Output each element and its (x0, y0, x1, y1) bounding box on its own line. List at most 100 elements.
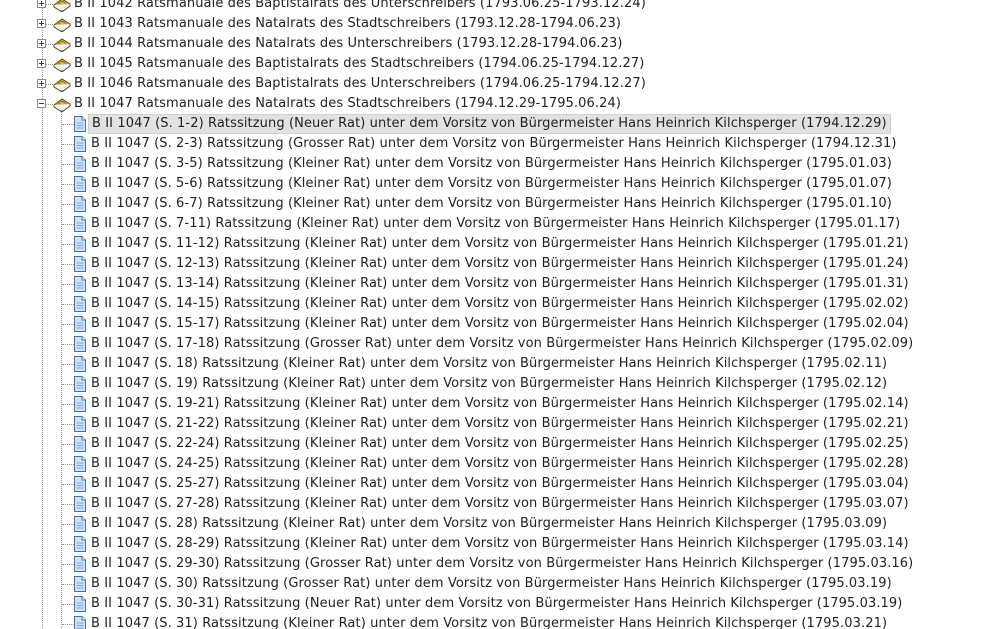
series-row[interactable]: B II 1043 Ratsmanuale des Natalrats des … (0, 14, 998, 34)
entry-label[interactable]: B II 1047 (S. 28-29) Ratssitzung (Kleine… (88, 534, 912, 554)
list-item[interactable]: B II 1047 (S. 14-15) Ratssitzung (Kleine… (0, 294, 998, 314)
minus-toggle-icon[interactable] (37, 99, 46, 108)
document-icon (73, 116, 87, 136)
list-item[interactable]: B II 1047 (S. 11-12) Ratssitzung (Kleine… (0, 234, 998, 254)
document-icon (73, 256, 87, 276)
document-icon (73, 556, 87, 576)
list-item[interactable]: B II 1047 (S. 25-27) Ratssitzung (Kleine… (0, 474, 998, 494)
document-icon (73, 176, 87, 196)
entry-label[interactable]: B II 1047 (S. 30) Ratssitzung (Grosser R… (88, 574, 895, 594)
list-item[interactable]: B II 1047 (S. 17-18) Ratssitzung (Grosse… (0, 334, 998, 354)
entry-label[interactable]: B II 1047 (S. 30-31) Ratssitzung (Neuer … (88, 594, 905, 614)
document-icon (73, 536, 87, 556)
list-item[interactable]: B II 1047 (S. 12-13) Ratssitzung (Kleine… (0, 254, 998, 274)
document-icon (73, 436, 87, 456)
document-icon (73, 196, 87, 216)
plus-toggle-icon[interactable] (37, 79, 46, 88)
entry-label[interactable]: B II 1047 (S. 5-6) Ratssitzung (Kleiner … (88, 174, 895, 194)
series-label[interactable]: B II 1047 Ratsmanuale des Natalrats des … (71, 94, 624, 114)
document-icon (73, 356, 87, 376)
document-icon (73, 496, 87, 516)
entry-label[interactable]: B II 1047 (S. 21-22) Ratssitzung (Kleine… (88, 414, 912, 434)
list-item[interactable]: B II 1047 (S. 30-31) Ratssitzung (Neuer … (0, 594, 998, 614)
entry-label[interactable]: B II 1047 (S. 31) Ratssitzung (Kleiner R… (88, 614, 890, 629)
document-icon (73, 416, 87, 436)
series-row[interactable]: B II 1047 Ratsmanuale des Natalrats des … (0, 94, 998, 114)
document-icon (73, 376, 87, 396)
series-row[interactable]: B II 1042 Ratsmanuale des Baptistalrats … (0, 0, 998, 14)
list-item[interactable]: B II 1047 (S. 27-28) Ratssitzung (Kleine… (0, 494, 998, 514)
book-icon (53, 56, 71, 76)
list-item[interactable]: B II 1047 (S. 21-22) Ratssitzung (Kleine… (0, 414, 998, 434)
entry-label[interactable]: B II 1047 (S. 18) Ratssitzung (Kleiner R… (88, 354, 890, 374)
document-icon (73, 596, 87, 616)
list-item[interactable]: B II 1047 (S. 2-3) Ratssitzung (Grosser … (0, 134, 998, 154)
entry-label[interactable]: B II 1047 (S. 2-3) Ratssitzung (Grosser … (88, 134, 900, 154)
entry-label[interactable]: B II 1047 (S. 7-11) Ratssitzung (Kleiner… (88, 214, 903, 234)
book-icon (53, 96, 71, 116)
series-label[interactable]: B II 1043 Ratsmanuale des Natalrats des … (71, 14, 624, 34)
document-icon (73, 396, 87, 416)
plus-toggle-icon[interactable] (37, 19, 46, 28)
document-icon (73, 276, 87, 296)
list-item[interactable]: B II 1047 (S. 1-2) Ratssitzung (Neuer Ra… (0, 114, 998, 134)
archive-tree: B II 1042 Ratsmanuale des Baptistalrats … (0, 0, 998, 629)
plus-toggle-icon[interactable] (37, 39, 46, 48)
book-icon (53, 36, 71, 56)
list-item[interactable]: B II 1047 (S. 19) Ratssitzung (Kleiner R… (0, 374, 998, 394)
document-icon (73, 616, 87, 629)
plus-toggle-icon[interactable] (37, 0, 46, 8)
entry-label[interactable]: B II 1047 (S. 1-2) Ratssitzung (Neuer Ra… (88, 114, 891, 134)
book-icon (53, 16, 71, 36)
series-label[interactable]: B II 1042 Ratsmanuale des Baptistalrats … (71, 0, 649, 14)
entry-label[interactable]: B II 1047 (S. 15-17) Ratssitzung (Kleine… (88, 314, 912, 334)
entry-label[interactable]: B II 1047 (S. 29-30) Ratssitzung (Grosse… (88, 554, 916, 574)
series-label[interactable]: B II 1045 Ratsmanuale des Baptistalrats … (71, 54, 647, 74)
list-item[interactable]: B II 1047 (S. 7-11) Ratssitzung (Kleiner… (0, 214, 998, 234)
list-item[interactable]: B II 1047 (S. 22-24) Ratssitzung (Kleine… (0, 434, 998, 454)
entry-label[interactable]: B II 1047 (S. 25-27) Ratssitzung (Kleine… (88, 474, 912, 494)
entry-label[interactable]: B II 1047 (S. 24-25) Ratssitzung (Kleine… (88, 454, 912, 474)
list-item[interactable]: B II 1047 (S. 19-21) Ratssitzung (Kleine… (0, 394, 998, 414)
entry-label[interactable]: B II 1047 (S. 14-15) Ratssitzung (Kleine… (88, 294, 912, 314)
entry-label[interactable]: B II 1047 (S. 11-12) Ratssitzung (Kleine… (88, 234, 912, 254)
entry-label[interactable]: B II 1047 (S. 22-24) Ratssitzung (Kleine… (88, 434, 912, 454)
entry-label[interactable]: B II 1047 (S. 17-18) Ratssitzung (Grosse… (88, 334, 916, 354)
list-item[interactable]: B II 1047 (S. 24-25) Ratssitzung (Kleine… (0, 454, 998, 474)
document-icon (73, 296, 87, 316)
document-icon (73, 476, 87, 496)
entry-label[interactable]: B II 1047 (S. 19) Ratssitzung (Kleiner R… (88, 374, 890, 394)
series-row[interactable]: B II 1044 Ratsmanuale des Natalrats des … (0, 34, 998, 54)
book-icon (53, 76, 71, 96)
entry-label[interactable]: B II 1047 (S. 28) Ratssitzung (Kleiner R… (88, 514, 890, 534)
list-item[interactable]: B II 1047 (S. 28-29) Ratssitzung (Kleine… (0, 534, 998, 554)
list-item[interactable]: B II 1047 (S. 15-17) Ratssitzung (Kleine… (0, 314, 998, 334)
document-icon (73, 216, 87, 236)
list-item[interactable]: B II 1047 (S. 28) Ratssitzung (Kleiner R… (0, 514, 998, 534)
list-item[interactable]: B II 1047 (S. 3-5) Ratssitzung (Kleiner … (0, 154, 998, 174)
document-icon (73, 576, 87, 596)
list-item[interactable]: B II 1047 (S. 30) Ratssitzung (Grosser R… (0, 574, 998, 594)
series-row[interactable]: B II 1046 Ratsmanuale des Baptistalrats … (0, 74, 998, 94)
list-item[interactable]: B II 1047 (S. 5-6) Ratssitzung (Kleiner … (0, 174, 998, 194)
document-icon (73, 136, 87, 156)
document-icon (73, 316, 87, 336)
list-item[interactable]: B II 1047 (S. 18) Ratssitzung (Kleiner R… (0, 354, 998, 374)
entry-label[interactable]: B II 1047 (S. 12-13) Ratssitzung (Kleine… (88, 254, 912, 274)
list-item[interactable]: B II 1047 (S. 31) Ratssitzung (Kleiner R… (0, 614, 998, 629)
list-item[interactable]: B II 1047 (S. 29-30) Ratssitzung (Grosse… (0, 554, 998, 574)
entry-label[interactable]: B II 1047 (S. 19-21) Ratssitzung (Kleine… (88, 394, 912, 414)
series-label[interactable]: B II 1044 Ratsmanuale des Natalrats des … (71, 34, 626, 54)
entry-label[interactable]: B II 1047 (S. 27-28) Ratssitzung (Kleine… (88, 494, 912, 514)
document-icon (73, 156, 87, 176)
entry-label[interactable]: B II 1047 (S. 3-5) Ratssitzung (Kleiner … (88, 154, 895, 174)
document-icon (73, 456, 87, 476)
list-item[interactable]: B II 1047 (S. 6-7) Ratssitzung (Kleiner … (0, 194, 998, 214)
entry-label[interactable]: B II 1047 (S. 6-7) Ratssitzung (Kleiner … (88, 194, 895, 214)
entry-label[interactable]: B II 1047 (S. 13-14) Ratssitzung (Kleine… (88, 274, 912, 294)
series-row[interactable]: B II 1045 Ratsmanuale des Baptistalrats … (0, 54, 998, 74)
plus-toggle-icon[interactable] (37, 59, 46, 68)
document-icon (73, 336, 87, 356)
series-label[interactable]: B II 1046 Ratsmanuale des Baptistalrats … (71, 74, 649, 94)
list-item[interactable]: B II 1047 (S. 13-14) Ratssitzung (Kleine… (0, 274, 998, 294)
